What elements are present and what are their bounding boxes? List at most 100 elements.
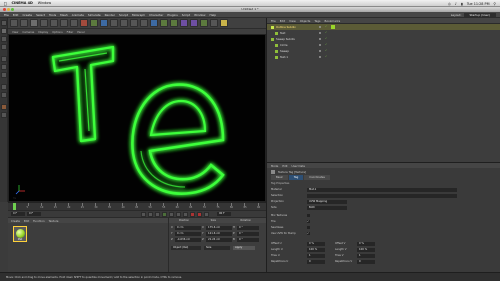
move-icon[interactable] [40,19,48,27]
menu-create[interactable]: Create [22,13,32,17]
selection-field[interactable] [307,193,457,198]
material-menu-edit[interactable]: Edit [24,219,29,223]
coordinate-system-icon[interactable] [110,19,118,27]
spotlight-icon[interactable]: ⚲ [494,2,496,6]
attr-menu-mode[interactable]: Mode [271,164,278,168]
go-to-start-icon[interactable] [141,211,146,217]
apply-button[interactable]: Apply [233,245,255,250]
visibility-dots-icon[interactable] [319,32,321,34]
tab-basic[interactable]: Basic [271,175,288,180]
previous-key-icon[interactable] [148,211,153,217]
size-field[interactable]: 121.6 cm [206,231,232,236]
projection-dropdown[interactable]: UVW Mapping [307,199,347,204]
floor-icon[interactable] [200,19,208,27]
repetitions-v-field[interactable]: 0 [357,259,375,264]
material-field[interactable]: Mat.1 [307,187,457,192]
autokey-icon[interactable] [197,211,202,217]
menu-character[interactable]: Character [149,13,163,17]
tiles-v-field[interactable]: 1 [357,253,375,258]
attr-menu-edit[interactable]: Edit [282,164,287,168]
menu-tools[interactable]: Tools [49,13,56,17]
size-mode-dropdown[interactable]: Size [204,245,230,250]
enabled-check-icon[interactable]: ✓ [325,43,327,46]
menu-mesh[interactable]: Mesh [60,13,68,17]
offset-v-field[interactable]: 0 % [357,241,375,246]
render-view-icon[interactable] [120,19,128,27]
use-uvw-checkbox[interactable]: ✓ [307,232,310,235]
scale-icon[interactable] [50,19,58,27]
render-settings-icon[interactable] [140,19,148,27]
attr-menu-user-data[interactable]: User Data [292,164,305,168]
current-frame-field[interactable]: 0 F [27,212,41,216]
workplane-icon[interactable] [1,44,7,50]
polygons-mode-icon[interactable] [1,72,7,78]
coord-mode-dropdown[interactable]: Object (Rel) [171,245,201,250]
viewport-menu-filter[interactable]: Filter [67,30,74,34]
material-swatch[interactable]: Mat [13,226,27,242]
start-frame-field[interactable]: 0 F [11,212,25,216]
menu-window[interactable]: Window [194,13,205,17]
enabled-check-icon[interactable]: ✓ [325,25,327,28]
live-selection-icon[interactable] [30,19,38,27]
next-frame-icon[interactable] [169,211,174,217]
visibility-dots-icon[interactable] [319,50,321,52]
viewport[interactable]: Te [8,34,266,202]
deformer-icon[interactable] [190,19,198,27]
visibility-dots-icon[interactable] [319,44,321,46]
next-key-icon[interactable] [176,211,181,217]
obj-menu-edit[interactable]: Edit [280,19,285,23]
visibility-dots-icon[interactable] [319,26,321,28]
subdivision-icon[interactable] [170,19,178,27]
length-u-field[interactable]: 100 % [307,247,325,252]
volume-icon[interactable]: ♪ [455,2,457,6]
menu-plugins[interactable]: Plugins [167,13,177,17]
array-icon[interactable] [180,19,188,27]
material-menu-function[interactable]: Function [33,219,44,223]
render-picture-viewer-icon[interactable] [130,19,138,27]
cube-icon[interactable] [150,19,158,27]
zoom-icon[interactable] [11,8,14,11]
record-icon[interactable] [190,211,195,217]
camera-icon[interactable] [210,19,218,27]
undo-icon[interactable] [10,19,18,27]
length-v-field[interactable]: 100 % [357,247,375,252]
axis-icon[interactable] [1,84,7,90]
viewport-menu-panel[interactable]: Panel [77,30,84,34]
tiles-u-field[interactable]: 1 [307,253,325,258]
clock[interactable]: Tue 11:28 PM [467,2,490,6]
menu-mograph[interactable]: MoGraph [132,13,145,17]
enabled-check-icon[interactable]: ✓ [325,37,327,40]
position-field[interactable]: 0 cm [175,225,201,230]
viewport-menu-display[interactable]: Display [38,30,48,34]
material-menu-create[interactable]: Create [11,219,20,223]
seamless-checkbox[interactable] [307,226,310,229]
material-menu-texture[interactable]: Texture [49,219,59,223]
rotate-icon[interactable] [60,19,68,27]
size-field[interactable]: 21.24 cm [206,237,232,242]
material-tag-icon[interactable] [331,25,335,29]
close-icon[interactable] [3,8,6,11]
pen-spline-icon[interactable] [160,19,168,27]
snap-icon[interactable] [1,104,7,110]
menu-sculpt[interactable]: Sculpt [119,13,128,17]
viewport-menu-options[interactable]: Options [52,30,62,34]
texture-mode-icon[interactable] [1,36,7,42]
battery-icon[interactable]: ▮ [461,2,463,6]
visibility-dots-icon[interactable] [319,56,321,58]
rotation-field[interactable]: 0 ° [237,231,259,236]
repetitions-u-field[interactable]: 0 [307,259,325,264]
enabled-check-icon[interactable]: ✓ [325,55,327,58]
side-dropdown[interactable]: Both [307,205,347,210]
edges-mode-icon[interactable] [1,64,7,70]
app-menu[interactable]: CINEMA 4D [12,1,33,5]
size-field[interactable]: 175.6 cm [206,225,232,230]
position-field[interactable]: 0 cm [175,231,201,236]
minimize-icon[interactable] [7,8,10,11]
keyframe-selection-icon[interactable] [204,211,209,217]
offset-u-field[interactable]: 0 % [307,241,325,246]
tweak-icon[interactable] [1,92,7,98]
enabled-check-icon[interactable]: ✓ [325,31,327,34]
wifi-icon[interactable]: ◎ [448,2,451,6]
object-row[interactable]: Text.1 ✓ [267,54,500,60]
position-field[interactable]: -4.636 cm [175,237,201,242]
